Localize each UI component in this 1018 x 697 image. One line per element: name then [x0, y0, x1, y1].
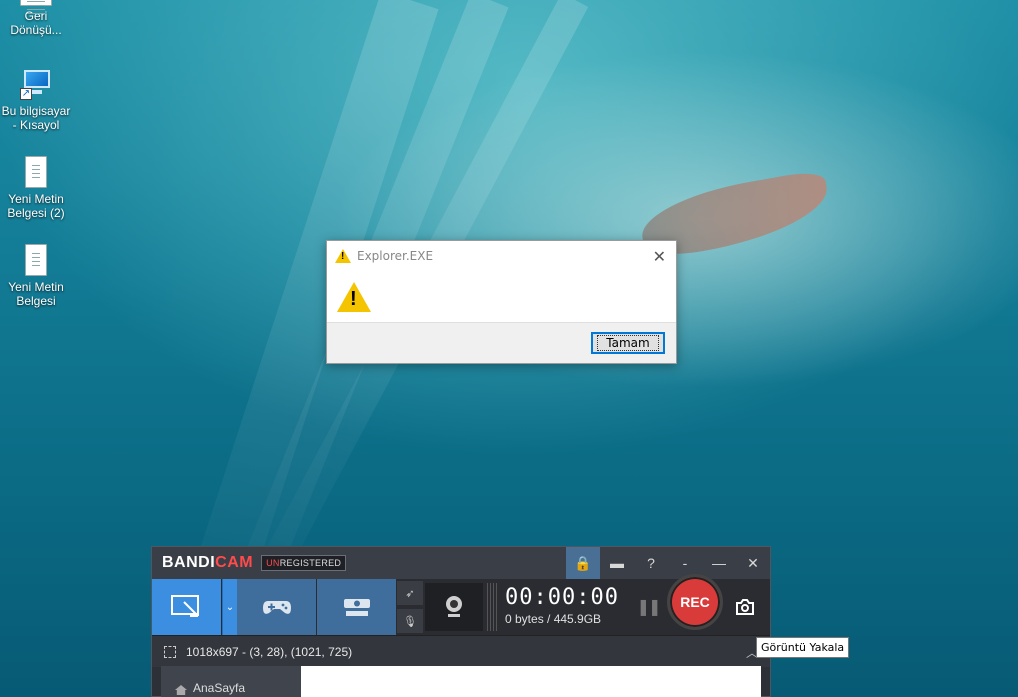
desktop-icon-recycle-bin[interactable]: Geri Dönüşü... [0, 0, 72, 37]
bandicam-content-area: AnaSayfa [161, 666, 761, 697]
desktop-icon-this-pc-shortcut[interactable]: ↗ Bu bilgisayar - Kısayol [0, 68, 72, 132]
icon-label: Belgesi (2) [7, 206, 65, 220]
desktop-icon-text-document-2[interactable]: Yeni Metin Belgesi (2) [0, 156, 72, 220]
icon-label: Yeni Metin [8, 192, 64, 206]
minimize-button[interactable]: — [702, 547, 736, 579]
mode-dropdown-button[interactable]: ⌄ [222, 579, 237, 635]
gamepad-icon [262, 601, 291, 614]
region-info-text: 1018x697 - (3, 28), (1021, 725) [186, 644, 353, 659]
recording-timer: 00:00:00 0 bytes / 445.9GB [499, 579, 629, 635]
webcam-overlay-button[interactable] [425, 583, 483, 631]
recycle-bin-icon [20, 0, 52, 15]
nav-item-home[interactable]: AnaSayfa [161, 666, 301, 697]
cursor-effect-icon[interactable]: ➶ [397, 581, 423, 605]
screenshot-button[interactable] [727, 579, 763, 635]
dialog-close-button[interactable]: ✕ [653, 247, 666, 267]
webcam-icon [446, 596, 462, 617]
bandicam-titlebar[interactable]: BANDICAM UNREGISTERED 🔒 ▬ ? - — ✕ [152, 547, 770, 579]
dialog-title: Explorer.EXE [357, 249, 434, 263]
rec-button[interactable]: REC [667, 574, 723, 630]
toolbar-separator [487, 583, 497, 631]
ok-button[interactable]: Tamam [591, 332, 665, 354]
close-button[interactable]: ✕ [736, 547, 770, 579]
help-button[interactable]: ? [634, 547, 668, 579]
screen-record-mode-button[interactable] [152, 579, 222, 635]
text-document-icon [25, 156, 47, 188]
dialog-titlebar[interactable]: Explorer.EXE [327, 241, 676, 271]
ok-button-label: Tamam [597, 335, 659, 351]
microphone-icon[interactable]: 🎙 [397, 609, 423, 633]
hdmi-record-mode-button[interactable] [317, 579, 397, 635]
unregistered-badge[interactable]: UNREGISTERED [261, 555, 347, 571]
icon-label: Belgesi [16, 294, 56, 308]
warning-large-icon [337, 282, 371, 312]
desktop-icon-text-document[interactable]: Yeni Metin Belgesi [0, 244, 72, 308]
lock-icon[interactable]: 🔒 [566, 547, 600, 579]
warning-icon [335, 249, 351, 263]
elapsed-time: 00:00:00 [505, 585, 619, 610]
camera-icon [736, 599, 754, 615]
pause-icon[interactable]: ❚❚ [633, 579, 663, 635]
screenshot-tooltip: Görüntü Yakala [756, 637, 850, 658]
text-document-icon [25, 244, 47, 276]
bandicam-logo: BANDICAM [162, 554, 254, 571]
nav-home-label: AnaSayfa [193, 681, 246, 695]
computer-icon: ↗ [20, 68, 52, 100]
region-select-icon[interactable] [164, 645, 176, 658]
icon-label: Yeni Metin [8, 280, 64, 294]
screen-rectangle-icon [170, 595, 199, 617]
icon-label: - Kısayol [12, 118, 60, 132]
dialog-footer: Tamam [327, 322, 676, 363]
home-icon [175, 685, 187, 695]
file-size: 0 bytes / 445.9GB [505, 612, 602, 626]
bandicam-toolbar: ⌄ ➶ 🎙 00:00:00 0 bytes / 445.9GB ❚❚ REC [152, 574, 770, 635]
game-record-mode-button[interactable] [237, 579, 317, 635]
icon-label: Bu bilgisayar [1, 104, 71, 118]
explorer-dialog: Explorer.EXE ✕ Tamam [326, 240, 677, 364]
hdmi-device-icon [343, 599, 370, 616]
folder-icon[interactable]: ▬ [600, 547, 634, 579]
icon-label: Dönüşü... [10, 23, 62, 37]
region-info-bar: 1018x697 - (3, 28), (1021, 725) ︿ [152, 635, 770, 667]
